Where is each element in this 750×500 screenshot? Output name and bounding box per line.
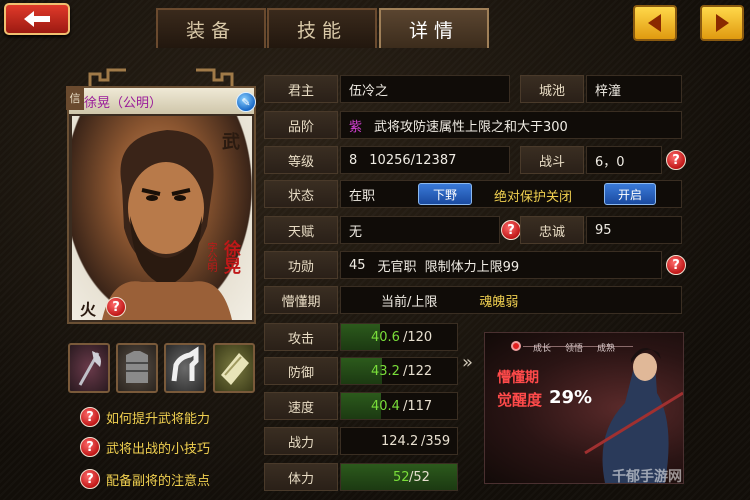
dismiss-button[interactable]: 下野 bbox=[418, 183, 472, 205]
protect-status-label: 绝对保护关闭 bbox=[494, 190, 573, 205]
back-arrow-icon bbox=[24, 11, 50, 27]
merit-label: 功勋 bbox=[264, 251, 338, 279]
stat-stamina-current: 52 bbox=[393, 470, 410, 485]
help-icon: ? bbox=[80, 437, 100, 457]
talent-value: 无 bbox=[340, 216, 500, 244]
prev-general-button[interactable] bbox=[633, 5, 677, 41]
level-value: 8 10256/12387 bbox=[340, 146, 510, 174]
stat-attack: 40.6 /120 bbox=[340, 323, 458, 351]
stat-attack-current: 40.6 bbox=[371, 330, 400, 345]
stage-label-2: 领悟 bbox=[565, 344, 584, 354]
equip-slot-book[interactable] bbox=[213, 343, 255, 393]
battle-value: 6，0 bbox=[586, 146, 662, 174]
stat-defense: 43.2 /122 bbox=[340, 357, 458, 385]
general-name: 徐晃（公明） bbox=[84, 96, 163, 111]
stat-label-speed: 速度 bbox=[264, 392, 338, 420]
status-value: 在职 bbox=[349, 188, 376, 204]
general-type-label: 武 bbox=[222, 132, 240, 153]
seal-courtesy-name: 字公明 bbox=[205, 242, 216, 272]
talent-help-icon[interactable]: ? bbox=[501, 220, 521, 240]
merit-value: 45 bbox=[349, 257, 366, 273]
stage-label-1: 成长 bbox=[533, 344, 552, 354]
lord-label: 君主 bbox=[264, 75, 338, 103]
armor-icon bbox=[126, 351, 148, 383]
loyalty-value: 95 bbox=[586, 216, 682, 244]
watermark-text: 千郁手游网 bbox=[612, 469, 682, 485]
awaken-current-label: 当前/上限 bbox=[381, 294, 438, 310]
rank-label: 品阶 bbox=[264, 111, 338, 139]
stage-label-3: 成熟 bbox=[597, 344, 616, 354]
equip-slot-armor[interactable] bbox=[116, 343, 158, 393]
city-value: 梓潼 bbox=[586, 75, 682, 103]
exp-value: 10256/12387 bbox=[369, 152, 457, 168]
element-label: 火 bbox=[80, 300, 97, 319]
stat-power: 124.2 /359 bbox=[340, 427, 458, 455]
stat-stamina: 52 /52 bbox=[340, 463, 458, 491]
rank-color: 紫 bbox=[349, 119, 363, 135]
horse-icon bbox=[171, 346, 199, 382]
expand-chevron-icon[interactable]: » bbox=[462, 352, 473, 373]
city-label: 城池 bbox=[520, 75, 584, 103]
merit-title: 无官职 bbox=[377, 259, 417, 275]
stat-label-attack: 攻击 bbox=[264, 323, 338, 351]
help-link-deputy[interactable]: ? 配备副将的注意点 bbox=[80, 468, 210, 490]
stat-power-max: /359 bbox=[421, 434, 451, 449]
tab-details[interactable]: 详情 bbox=[379, 8, 489, 48]
awaken-progress-label: 觉醒度 bbox=[497, 391, 543, 409]
merit-row: 45 无官职 限制体力上限99 bbox=[340, 251, 662, 279]
equip-slot-mount[interactable] bbox=[164, 343, 206, 393]
level-label: 等级 bbox=[264, 146, 338, 174]
awaken-phase-label: 懵懂期 bbox=[264, 286, 338, 314]
arrow-left-icon bbox=[648, 14, 661, 32]
help-link-improve[interactable]: ? 如何提升武将能力 bbox=[80, 406, 210, 428]
tab-equipment[interactable]: 装备 bbox=[156, 8, 266, 48]
stat-label-defense: 防御 bbox=[264, 357, 338, 385]
battle-help-icon[interactable]: ? bbox=[666, 150, 686, 170]
stat-stamina-max: /52 bbox=[409, 470, 430, 485]
rank-description: 武将攻防速属性上限之和大于300 bbox=[374, 119, 568, 135]
merit-description: 限制体力上限99 bbox=[424, 259, 520, 275]
arrow-right-icon bbox=[716, 14, 729, 32]
help-icon: ? bbox=[80, 469, 100, 489]
awaken-stage-title: 懵懂期 bbox=[497, 370, 539, 386]
status-label: 状态 bbox=[264, 180, 338, 208]
stat-label-stamina: 体力 bbox=[264, 463, 338, 491]
stat-defense-current: 43.2 bbox=[371, 364, 400, 379]
stat-defense-max: /122 bbox=[403, 364, 433, 379]
help-icon: ? bbox=[80, 407, 100, 427]
seal-general-name: 徐晃 bbox=[220, 240, 240, 274]
axe-icon bbox=[78, 351, 101, 386]
awaken-panel[interactable]: 成长 领悟 成熟 懵懂期 觉醒度 29% bbox=[484, 332, 684, 484]
enable-protect-button[interactable]: 开启 bbox=[604, 183, 656, 205]
next-general-button[interactable] bbox=[700, 5, 744, 41]
lord-value: 伍冷之 bbox=[340, 75, 510, 103]
stat-label-power: 战力 bbox=[264, 427, 338, 455]
stat-attack-max: /120 bbox=[403, 330, 433, 345]
element-help-icon[interactable]: ? bbox=[106, 297, 126, 317]
equip-slot-weapon[interactable] bbox=[68, 343, 110, 393]
awaken-soul-value: 魂魄弱 bbox=[479, 294, 519, 310]
awaken-row: 当前/上限 魂魄弱 bbox=[340, 286, 682, 314]
battle-label: 战斗 bbox=[520, 146, 584, 174]
tab-skills[interactable]: 技能 bbox=[267, 8, 377, 48]
card-ornament bbox=[88, 68, 234, 86]
stat-speed-max: /117 bbox=[403, 399, 433, 414]
general-badge: 信 bbox=[66, 86, 84, 110]
stat-speed: 40.4 /117 bbox=[340, 392, 458, 420]
edit-name-icon[interactable]: ✎ bbox=[236, 92, 256, 112]
level-number: 8 bbox=[349, 152, 358, 168]
stat-power-current: 124.2 bbox=[381, 434, 419, 449]
awaken-progress-value: 29% bbox=[549, 387, 593, 408]
loyalty-label: 忠诚 bbox=[520, 216, 584, 244]
stat-speed-current: 40.4 bbox=[371, 399, 400, 414]
stage-marker-icon bbox=[511, 341, 521, 351]
talent-label: 天赋 bbox=[264, 216, 338, 244]
merit-help-icon[interactable]: ? bbox=[666, 255, 686, 275]
rank-value: 紫 武将攻防速属性上限之和大于300 bbox=[340, 111, 682, 139]
scroll-icon bbox=[221, 353, 249, 385]
back-button[interactable] bbox=[4, 3, 70, 35]
help-link-battle-tips[interactable]: ? 武将出战的小技巧 bbox=[80, 436, 210, 458]
